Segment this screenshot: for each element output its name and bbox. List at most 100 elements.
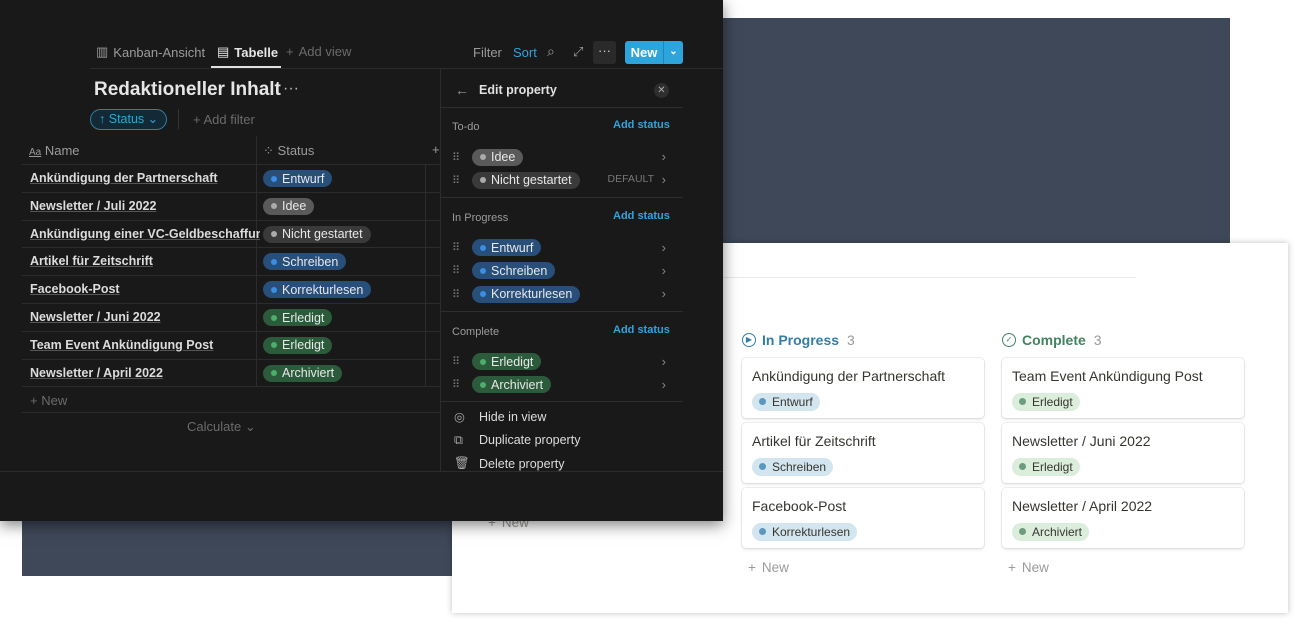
status-option[interactable]: ⠿ Erledigt › [452,351,672,373]
table-row[interactable]: Newsletter / Juli 2022 Idee [22,191,440,220]
status-pill[interactable]: Erledigt [263,336,333,354]
status-pill[interactable]: Idee [263,197,315,215]
row-name[interactable]: Newsletter / Juni 2022 [30,310,260,324]
add-status-button[interactable]: Add status [613,210,670,222]
group-label: To-do [452,121,480,133]
table-window: ▥ Kanban-Ansicht ▤ Tabelle + Add view Filte… [0,0,723,521]
page-title: Redaktioneller Inhalt [94,79,281,100]
table-row[interactable]: Artikel für Zeitschrift Schreiben [22,247,440,275]
chevron-right-icon[interactable]: › [662,263,666,278]
add-column-button[interactable]: + [432,142,440,157]
chevron-right-icon[interactable]: › [662,172,666,187]
table-row[interactable]: Newsletter / April 2022 Archiviert [22,358,440,387]
more-options-button[interactable]: ··· [593,41,616,64]
board-card[interactable]: Newsletter / April 2022 Archiviert [1002,488,1244,548]
status-pill[interactable]: Schreiben [263,253,347,271]
table-row[interactable]: Ankündigung einer VC-Geldbeschaffung Nich… [22,219,440,248]
chevron-right-icon[interactable]: › [662,377,666,392]
row-name[interactable]: Artikel für Zeitschrift [30,254,260,268]
board-new-button[interactable]: + New [1008,560,1049,575]
search-icon[interactable]: ⌕ [547,43,555,60]
column-header-status[interactable]: ⁘ Status [263,143,314,159]
close-icon[interactable]: ✕ [654,83,669,98]
status-pill[interactable]: Korrekturlesen [263,281,372,299]
tab-tabelle[interactable]: ▤ Tabelle [217,44,278,60]
duplicate-property-button[interactable]: ⧉ Duplicate property [454,433,580,448]
back-arrow-icon[interactable]: ← [455,82,469,98]
tab-kanban[interactable]: ▥ Kanban-Ansicht [96,44,205,60]
status-pill: Erledigt [1012,392,1080,411]
drag-handle-icon[interactable]: ⠿ [452,264,472,277]
table-icon: ▤ [217,44,230,59]
chevron-right-icon[interactable]: › [662,149,666,164]
board-card[interactable]: Newsletter / Juni 2022 Erledigt [1002,423,1244,483]
sort-button[interactable]: Sort [513,45,537,60]
status-pill: Entwurf [752,392,820,411]
board-column-header: ✓ Complete 3 [1002,332,1102,348]
delete-property-button[interactable]: 🗑 Delete property [454,456,564,471]
hide-in-view-button[interactable]: ◎ Hide in view [454,409,546,425]
status-option[interactable]: ⠿ Korrekturlesen › [452,283,672,305]
table-row[interactable]: Ankündigung der Partnerschaft Entwurf [22,164,440,192]
new-button[interactable]: New ⌄ [625,41,683,64]
check-circle-icon: ✓ [1002,333,1016,347]
add-filter-button[interactable]: + Add filter [193,112,255,127]
drag-handle-icon[interactable]: ⠿ [452,288,472,301]
default-label: DEFAULT [607,173,654,186]
eye-off-icon: ◎ [454,410,465,424]
drag-handle-icon[interactable]: ⠿ [452,151,472,164]
title-more-icon[interactable]: ··· [283,80,299,98]
status-pill[interactable]: Erledigt [263,309,333,326]
row-name[interactable]: Facebook-Post [30,282,260,296]
board-new-button[interactable]: + New [748,560,789,575]
row-name[interactable]: Newsletter / Juli 2022 [30,199,260,213]
status-pill[interactable]: Entwurf [263,170,333,187]
board-card[interactable]: Team Event Ankündigung Post Erledigt [1002,358,1244,418]
drag-handle-icon[interactable]: ⠿ [452,241,472,254]
group-label: In Progress [452,211,509,224]
chevron-right-icon[interactable]: › [662,240,666,255]
row-name[interactable]: Team Event Ankündigung Post [30,338,260,352]
table-row[interactable]: Facebook-Post Korrekturlesen [22,275,440,303]
status-option[interactable]: ⠿ Archiviert › [452,374,672,396]
status-option[interactable]: ⠿ Schreiben › [452,260,672,282]
status-option[interactable]: ⠿ Nicht gestartet DEFAULT › [452,169,672,191]
chevron-right-icon[interactable]: › [662,286,666,301]
status-pill: Korrekturlesen [752,522,858,541]
chevron-down-icon[interactable]: ⌄ [663,41,683,64]
play-circle-icon: ▶ [742,333,756,347]
board-card[interactable]: Facebook-Post Korrekturlesen [742,488,984,548]
board-card[interactable]: Ankündigung der Partnerschaft Entwurf [742,358,984,418]
row-name[interactable]: Ankündigung der Partnerschaft [30,171,260,185]
panel-title: Edit property [479,83,557,97]
table-row[interactable]: Team Event Ankündigung Post Erledigt [22,330,440,359]
sort-chip-status[interactable]: ↑ Status ⌄ [90,109,168,130]
status-option[interactable]: ⠿ Idee › [452,146,672,168]
text-type-icon: Aa [29,147,42,158]
expand-icon[interactable]: ⤢ [573,44,583,60]
row-name[interactable]: Newsletter / April 2022 [30,366,260,380]
table-row[interactable]: Newsletter / Juni 2022 Erledigt [22,303,440,331]
board-card[interactable]: Artikel für Zeitschrift Schreiben [742,423,984,483]
status-pill: Schreiben [752,457,834,476]
drag-handle-icon[interactable]: ⠿ [452,174,472,187]
status-type-icon: ⁘ [263,143,274,158]
filter-button[interactable]: Filter [473,45,502,60]
row-name[interactable]: Ankündigung einer VC-Geldbeschaffung [30,227,260,241]
board-column-header: ▶ In Progress 3 [742,332,855,348]
status-option[interactable]: ⠿ Entwurf › [452,237,672,259]
drag-handle-icon[interactable]: ⠿ [452,378,472,391]
add-view-button[interactable]: + Add view [286,44,351,59]
chevron-right-icon[interactable]: › [662,354,666,369]
column-header-name[interactable]: Aa Name [29,143,80,158]
duplicate-icon: ⧉ [454,432,463,447]
calculate-button[interactable]: Calculate ⌄ [187,419,256,435]
drag-handle-icon[interactable]: ⠿ [452,355,472,368]
add-status-button[interactable]: Add status [613,324,670,336]
status-pill[interactable]: Archiviert [263,364,343,382]
table-new-row-button[interactable]: + New [30,393,67,408]
status-pill: Erledigt [1012,457,1080,476]
status-pill[interactable]: Nicht gestartet [263,225,371,243]
add-status-button[interactable]: Add status [613,119,670,131]
trash-icon: 🗑 [454,456,470,470]
